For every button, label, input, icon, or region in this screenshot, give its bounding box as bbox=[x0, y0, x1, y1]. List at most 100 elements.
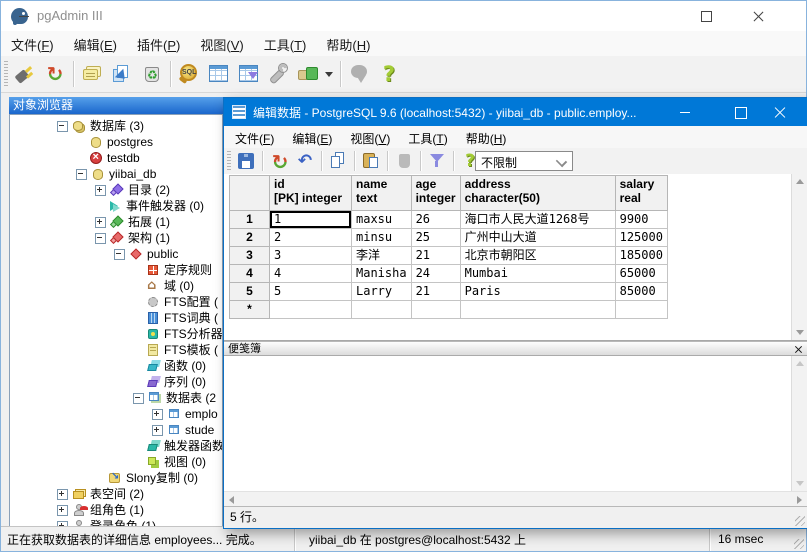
scratchpad-text-area[interactable] bbox=[224, 356, 807, 491]
row-number-cell[interactable]: 1 bbox=[230, 211, 270, 229]
row-number-cell[interactable]: 2 bbox=[230, 229, 270, 247]
grid-cell[interactable]: 3 bbox=[270, 247, 352, 265]
grid-cell[interactable] bbox=[270, 301, 352, 319]
menu-item-4[interactable]: 视图(V) bbox=[190, 31, 253, 54]
refresh-button[interactable] bbox=[40, 59, 70, 89]
menu-item-4[interactable]: 工具(T) bbox=[399, 126, 456, 147]
tree-item[interactable]: yiibai_db bbox=[10, 166, 222, 182]
tree-item[interactable]: 表空间 (2) bbox=[10, 486, 222, 502]
view-data-button[interactable] bbox=[204, 59, 234, 89]
properties-button[interactable] bbox=[77, 59, 107, 89]
child-close-button[interactable] bbox=[762, 98, 798, 126]
expand-icon[interactable] bbox=[95, 217, 106, 228]
column-header[interactable]: nametext bbox=[352, 176, 412, 211]
resize-grip[interactable] bbox=[794, 539, 804, 549]
grid-cell[interactable]: 李洋 bbox=[352, 247, 412, 265]
tree-item[interactable]: 域 (0) bbox=[10, 278, 222, 294]
grid-cell[interactable]: Manisha bbox=[352, 265, 412, 283]
help-button[interactable] bbox=[374, 59, 404, 89]
tree-item[interactable]: 拓展 (1) bbox=[10, 214, 222, 230]
scroll-right-icon[interactable] bbox=[797, 496, 802, 504]
child-minimize-button[interactable] bbox=[667, 98, 703, 126]
column-header[interactable]: addresscharacter(50) bbox=[460, 176, 615, 211]
edit-data-titlebar[interactable]: 编辑数据 - PostgreSQL 9.6 (localhost:5432) -… bbox=[224, 98, 807, 126]
grid-cell[interactable]: Paris bbox=[460, 283, 615, 301]
menu-item-1[interactable]: 文件(F) bbox=[226, 126, 283, 147]
menu-item-5[interactable]: 工具(T) bbox=[254, 31, 317, 54]
tree-item[interactable]: FTS词典 ( bbox=[10, 310, 222, 326]
child-maximize-button[interactable] bbox=[722, 98, 758, 126]
column-header[interactable]: ageinteger bbox=[411, 176, 460, 211]
grid-cell[interactable]: 北京市朝阳区 bbox=[460, 247, 615, 265]
collapse-icon[interactable] bbox=[114, 249, 125, 260]
grid-cell[interactable]: 65000 bbox=[615, 265, 667, 283]
maximize-button[interactable] bbox=[683, 1, 728, 31]
expand-icon[interactable] bbox=[152, 409, 163, 420]
column-header[interactable]: id[PK] integer bbox=[270, 176, 352, 211]
grid-cell[interactable]: 21 bbox=[411, 247, 460, 265]
grid-cell[interactable] bbox=[615, 301, 667, 319]
tree-item[interactable]: 架构 (1) bbox=[10, 230, 222, 246]
tree-item[interactable]: 触发器函数 bbox=[10, 438, 222, 454]
grid-cell[interactable]: 25 bbox=[411, 229, 460, 247]
hint-button[interactable] bbox=[344, 59, 374, 89]
menu-item-2[interactable]: 编辑(E) bbox=[283, 126, 341, 147]
tree-item[interactable]: 函数 (0) bbox=[10, 358, 222, 374]
filter-data-button[interactable] bbox=[234, 59, 264, 89]
plugins-dropdown-button[interactable] bbox=[324, 59, 337, 89]
horizontal-scrollbar[interactable] bbox=[224, 491, 807, 506]
collapse-icon[interactable] bbox=[76, 169, 87, 180]
row-number-cell[interactable]: * bbox=[230, 301, 270, 319]
grid-cell[interactable]: 广州中山大道 bbox=[460, 229, 615, 247]
tree-item[interactable]: FTS分析器 bbox=[10, 326, 222, 342]
tree-item[interactable]: public bbox=[10, 246, 222, 262]
row-number-cell[interactable]: 4 bbox=[230, 265, 270, 283]
connect-button[interactable] bbox=[10, 59, 40, 89]
menu-item-3[interactable]: 插件(P) bbox=[127, 31, 190, 54]
collapse-icon[interactable] bbox=[95, 233, 106, 244]
tree-item[interactable]: 数据库 (3) bbox=[10, 118, 222, 134]
grid-cell[interactable] bbox=[411, 301, 460, 319]
row-number-cell[interactable]: 5 bbox=[230, 283, 270, 301]
grid-cell[interactable]: 1 bbox=[270, 211, 352, 229]
scroll-left-icon[interactable] bbox=[229, 496, 234, 504]
menu-item-3[interactable]: 视图(V) bbox=[341, 126, 399, 147]
export-button[interactable] bbox=[107, 59, 137, 89]
grid-cell[interactable]: 2 bbox=[270, 229, 352, 247]
tree-item[interactable]: 事件触发器 (0) bbox=[10, 198, 222, 214]
expand-icon[interactable] bbox=[152, 425, 163, 436]
row-limit-combobox[interactable]: 不限制 bbox=[475, 151, 573, 171]
paste-button[interactable] bbox=[358, 149, 384, 173]
grid-cell[interactable]: 125000 bbox=[615, 229, 667, 247]
expand-icon[interactable] bbox=[95, 185, 106, 196]
grid-cell[interactable]: 9900 bbox=[615, 211, 667, 229]
refresh2-button[interactable] bbox=[266, 149, 292, 173]
row-number-cell[interactable]: 3 bbox=[230, 247, 270, 265]
grid-cell[interactable]: 26 bbox=[411, 211, 460, 229]
expand-icon[interactable] bbox=[57, 489, 68, 500]
menu-item-6[interactable]: 帮助(H) bbox=[316, 31, 380, 54]
grid-cell[interactable] bbox=[460, 301, 615, 319]
scratchpad-vertical-scrollbar[interactable] bbox=[791, 356, 807, 491]
copy-button[interactable] bbox=[325, 149, 351, 173]
child-resize-grip[interactable] bbox=[795, 516, 805, 526]
tree-item[interactable]: postgres bbox=[10, 134, 222, 150]
plugins-button[interactable] bbox=[294, 59, 324, 89]
minimize-button[interactable] bbox=[1, 1, 46, 31]
scratchpad-close-icon[interactable] bbox=[794, 345, 803, 354]
menu-item-1[interactable]: 文件(F) bbox=[1, 31, 64, 54]
scroll-up-icon[interactable] bbox=[796, 179, 804, 184]
grid-cell[interactable]: Larry bbox=[352, 283, 412, 301]
tree-item[interactable]: FTS配置 ( bbox=[10, 294, 222, 310]
grid-cell[interactable]: minsu bbox=[352, 229, 412, 247]
tree-item[interactable]: emplo bbox=[10, 406, 222, 422]
save-button[interactable] bbox=[233, 149, 259, 173]
tree-item[interactable]: stude bbox=[10, 422, 222, 438]
grid-cell[interactable]: 85000 bbox=[615, 283, 667, 301]
scroll-down-icon[interactable] bbox=[796, 481, 804, 486]
tree-item[interactable]: 定序规则 bbox=[10, 262, 222, 278]
collapse-icon[interactable] bbox=[57, 121, 68, 132]
tools-button[interactable] bbox=[264, 59, 294, 89]
tree-item[interactable]: FTS模板 ( bbox=[10, 342, 222, 358]
column-header[interactable]: salaryreal bbox=[615, 176, 667, 211]
